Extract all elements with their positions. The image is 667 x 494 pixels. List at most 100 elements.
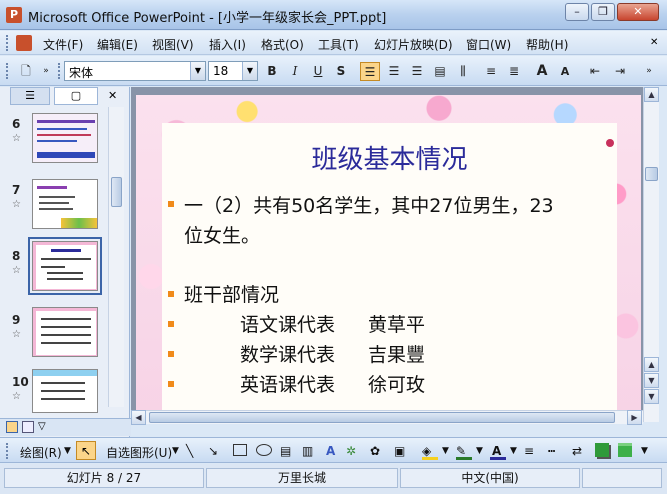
role-name[interactable]: 徐可玫 <box>368 370 425 397</box>
role-label[interactable]: 英语课代表 <box>240 370 335 397</box>
thumbnail-scrollbar[interactable] <box>108 107 124 407</box>
restore-button[interactable]: ❐ <box>591 3 615 21</box>
font-color-icon[interactable]: A <box>492 444 501 458</box>
minimize-button[interactable]: – <box>565 3 589 21</box>
autoshapes-button[interactable]: 自选图形(U) <box>106 444 172 461</box>
underline-button[interactable]: U <box>308 62 328 81</box>
chevron-down-icon[interactable]: ▼ <box>172 446 179 456</box>
thumbnail-slide-6[interactable] <box>32 113 98 163</box>
line-icon[interactable]: ╲ <box>186 444 193 458</box>
italic-button[interactable]: I <box>285 62 305 81</box>
picture-icon[interactable]: ▣ <box>394 444 405 458</box>
normal-view-icon[interactable] <box>6 421 18 433</box>
chevron-down-icon[interactable]: ▼ <box>242 62 257 80</box>
oval-icon[interactable] <box>256 444 272 456</box>
increase-indent-icon[interactable]: ⇥ <box>610 62 630 81</box>
menu-window[interactable]: 窗口(W) <box>466 36 511 53</box>
numbered-list-icon[interactable]: ≡ <box>481 62 501 81</box>
menu-slideshow[interactable]: 幻灯片放映(D) <box>374 36 453 53</box>
role-label[interactable]: 数学课代表 <box>240 340 335 367</box>
line-color-icon[interactable]: ✎ <box>456 444 466 458</box>
vertical-textbox-icon[interactable]: ▥ <box>302 444 313 458</box>
menu-format[interactable]: 格式(O) <box>261 36 304 53</box>
chevron-down-icon[interactable]: ▼ <box>476 446 483 456</box>
arrow-icon[interactable]: ↘ <box>208 444 218 458</box>
chevron-down-icon[interactable]: ▼ <box>190 62 205 80</box>
dash-style-icon[interactable]: ┅ <box>548 444 555 458</box>
scroll-right-icon[interactable]: ▶ <box>627 410 642 425</box>
document-icon[interactable] <box>16 35 32 51</box>
scroll-thumb[interactable] <box>149 412 615 423</box>
role-name[interactable]: 吉果豐 <box>368 340 425 367</box>
font-name-select[interactable]: 宋体 ▼ <box>64 61 206 81</box>
menu-help[interactable]: 帮助(H) <box>526 36 568 53</box>
thumbnail-slide-9[interactable] <box>32 307 98 357</box>
next-slide-icon[interactable]: ▼ <box>644 373 659 388</box>
column-icon[interactable]: ⫼ <box>453 62 473 81</box>
slide-vertical-scrollbar[interactable]: ▲ ▲ ▼ ▼ <box>643 87 659 422</box>
scroll-thumb[interactable] <box>645 167 658 181</box>
bulleted-list-icon[interactable]: ≣ <box>504 62 524 81</box>
shadow-button[interactable]: S <box>331 62 351 81</box>
slide-canvas[interactable]: 班级基本情况 一（2）共有50名学生，其中27位男生，23 位女生。 班干部情况… <box>136 95 641 422</box>
toolbar-grip-2[interactable] <box>58 63 62 79</box>
rectangle-icon[interactable] <box>233 444 247 456</box>
align-center-icon[interactable]: ☰ <box>384 62 404 81</box>
thumbnail-slide-7[interactable] <box>32 179 98 229</box>
scroll-up-icon[interactable]: ▲ <box>644 87 659 102</box>
menu-tools[interactable]: 工具(T) <box>318 36 359 53</box>
toolbar-options-icon[interactable]: ▼ <box>641 446 648 456</box>
increase-font-button[interactable]: A <box>532 62 552 81</box>
arrow-style-icon[interactable]: ⇄ <box>572 444 582 458</box>
tab-outline[interactable]: ☰ <box>10 87 50 105</box>
slide-horizontal-scrollbar[interactable]: ◀ ▶ <box>131 410 643 425</box>
scroll-down-icon[interactable]: ▼ <box>644 389 659 404</box>
bold-button[interactable]: B <box>262 62 282 81</box>
previous-slide-icon[interactable]: ▲ <box>644 357 659 372</box>
align-right-icon[interactable]: ☰ <box>407 62 427 81</box>
decrease-font-button[interactable]: A <box>555 62 575 81</box>
chevron-down-icon[interactable]: ▼ <box>510 446 517 456</box>
menu-file[interactable]: 文件(F) <box>43 36 83 53</box>
font-size-select[interactable]: 18 ▼ <box>208 61 258 81</box>
select-pointer-icon[interactable]: ↖ <box>76 441 96 460</box>
wordart-icon[interactable]: A <box>326 444 335 458</box>
new-document-icon[interactable]: 🗋 <box>16 62 36 81</box>
fill-color-icon[interactable]: ◈ <box>422 444 431 458</box>
role-name[interactable]: 黄草平 <box>368 310 425 337</box>
close-document-icon[interactable]: ✕ <box>650 37 658 48</box>
distribute-icon[interactable]: ▤ <box>430 62 450 81</box>
decrease-indent-icon[interactable]: ⇤ <box>585 62 605 81</box>
slide-title[interactable]: 班级基本情况 <box>162 139 617 176</box>
toolbar-grip[interactable] <box>6 443 10 459</box>
thumbnail-slide-10[interactable] <box>32 369 98 413</box>
close-panel-icon[interactable]: ✕ <box>108 89 117 102</box>
toolbar-options-icon[interactable]: » <box>642 62 656 81</box>
diagram-icon[interactable]: ✲ <box>346 444 356 458</box>
scroll-left-icon[interactable]: ◀ <box>131 410 146 425</box>
tab-slides[interactable]: ▢ <box>54 87 98 105</box>
clipart-icon[interactable]: ✿ <box>370 444 380 458</box>
textbox-icon[interactable]: ▤ <box>280 444 291 458</box>
3d-style-icon[interactable] <box>618 443 632 457</box>
scroll-thumb[interactable] <box>111 177 122 207</box>
body-text-line[interactable]: 位女生。 <box>184 221 260 248</box>
chevron-down-icon[interactable]: ▼ <box>64 446 71 456</box>
role-label[interactable]: 语文课代表 <box>240 310 335 337</box>
menu-edit[interactable]: 编辑(E) <box>97 36 138 53</box>
body-text-line[interactable]: 一（2）共有50名学生，其中27位男生，23 <box>184 191 554 218</box>
thumbnail-slide-8-selected[interactable] <box>28 237 102 295</box>
body-text-line[interactable]: 班干部情况 <box>184 280 279 307</box>
toolbar-options-icon[interactable]: » <box>40 62 52 81</box>
menu-grip[interactable] <box>6 35 10 51</box>
close-button[interactable]: ✕ <box>617 3 659 21</box>
line-style-icon[interactable]: ≡ <box>524 444 534 458</box>
menu-view[interactable]: 视图(V) <box>152 36 194 53</box>
chevron-down-icon[interactable]: ▼ <box>442 446 449 456</box>
toolbar-grip[interactable] <box>6 63 10 79</box>
powerpoint-app-icon[interactable]: P <box>6 7 22 23</box>
slideshow-view-icon[interactable]: ▽ <box>38 421 50 433</box>
sorter-view-icon[interactable] <box>22 421 34 433</box>
align-left-icon[interactable]: ☰ <box>360 62 380 81</box>
shadow-style-icon[interactable] <box>595 443 609 457</box>
